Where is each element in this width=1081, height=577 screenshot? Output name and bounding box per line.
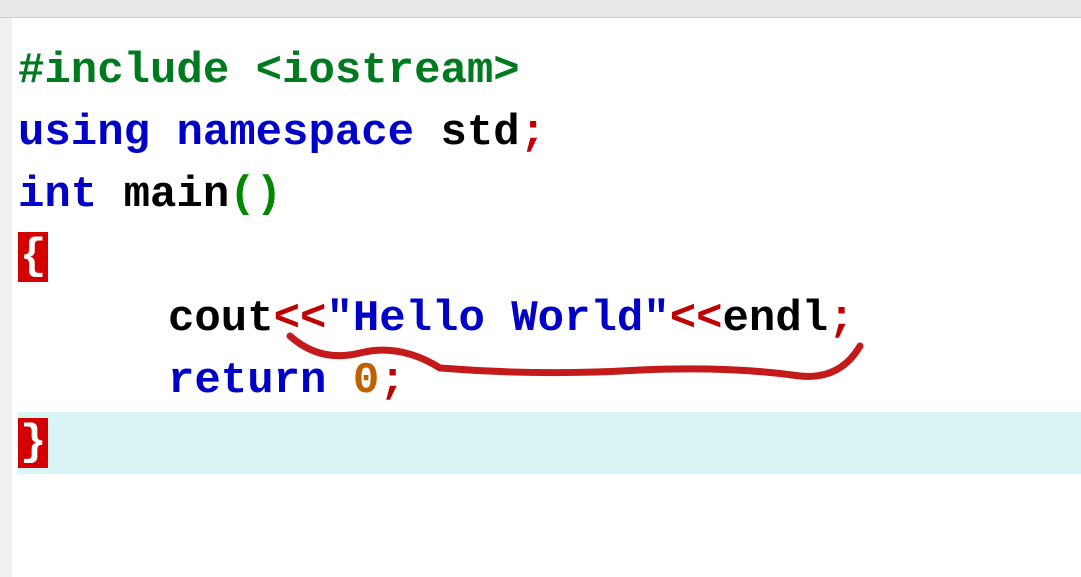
- lparen: (: [229, 170, 255, 220]
- string-literal: "Hello World": [326, 294, 669, 344]
- semicolon: ;: [520, 108, 546, 158]
- code-line-7[interactable]: }: [18, 412, 1081, 474]
- semicolon: ;: [828, 294, 854, 344]
- number-literal: 0: [353, 356, 379, 406]
- code-line-5[interactable]: cout<<"Hello World"<<endl;: [18, 288, 1081, 350]
- preproc-include: #include: [18, 46, 256, 96]
- tab-bar[interactable]: [0, 0, 1081, 18]
- identifier-main: main: [124, 170, 230, 220]
- keyword-using: using: [18, 108, 176, 158]
- code-line-4[interactable]: {: [18, 226, 1081, 288]
- preproc-header: <iostream>: [256, 46, 520, 96]
- rparen: ): [256, 170, 282, 220]
- code-editor[interactable]: #include <iostream> using namespace std;…: [0, 18, 1081, 474]
- code-line-3[interactable]: int main(): [18, 164, 1081, 226]
- current-line-highlight: [18, 412, 1081, 474]
- identifier-std: std: [440, 108, 519, 158]
- code-line-1[interactable]: #include <iostream>: [18, 40, 1081, 102]
- keyword-int: int: [18, 170, 124, 220]
- code-line-2[interactable]: using namespace std;: [18, 102, 1081, 164]
- identifier-cout: cout: [168, 294, 274, 344]
- keyword-return: return: [168, 356, 353, 406]
- semicolon: ;: [379, 356, 405, 406]
- operator-stream: <<: [274, 294, 327, 344]
- code-line-6[interactable]: return 0;: [18, 350, 1081, 412]
- operator-stream: <<: [670, 294, 723, 344]
- brace-open-highlighted: {: [18, 232, 48, 282]
- keyword-namespace: namespace: [176, 108, 440, 158]
- identifier-endl: endl: [723, 294, 829, 344]
- brace-close-highlighted: }: [18, 418, 48, 468]
